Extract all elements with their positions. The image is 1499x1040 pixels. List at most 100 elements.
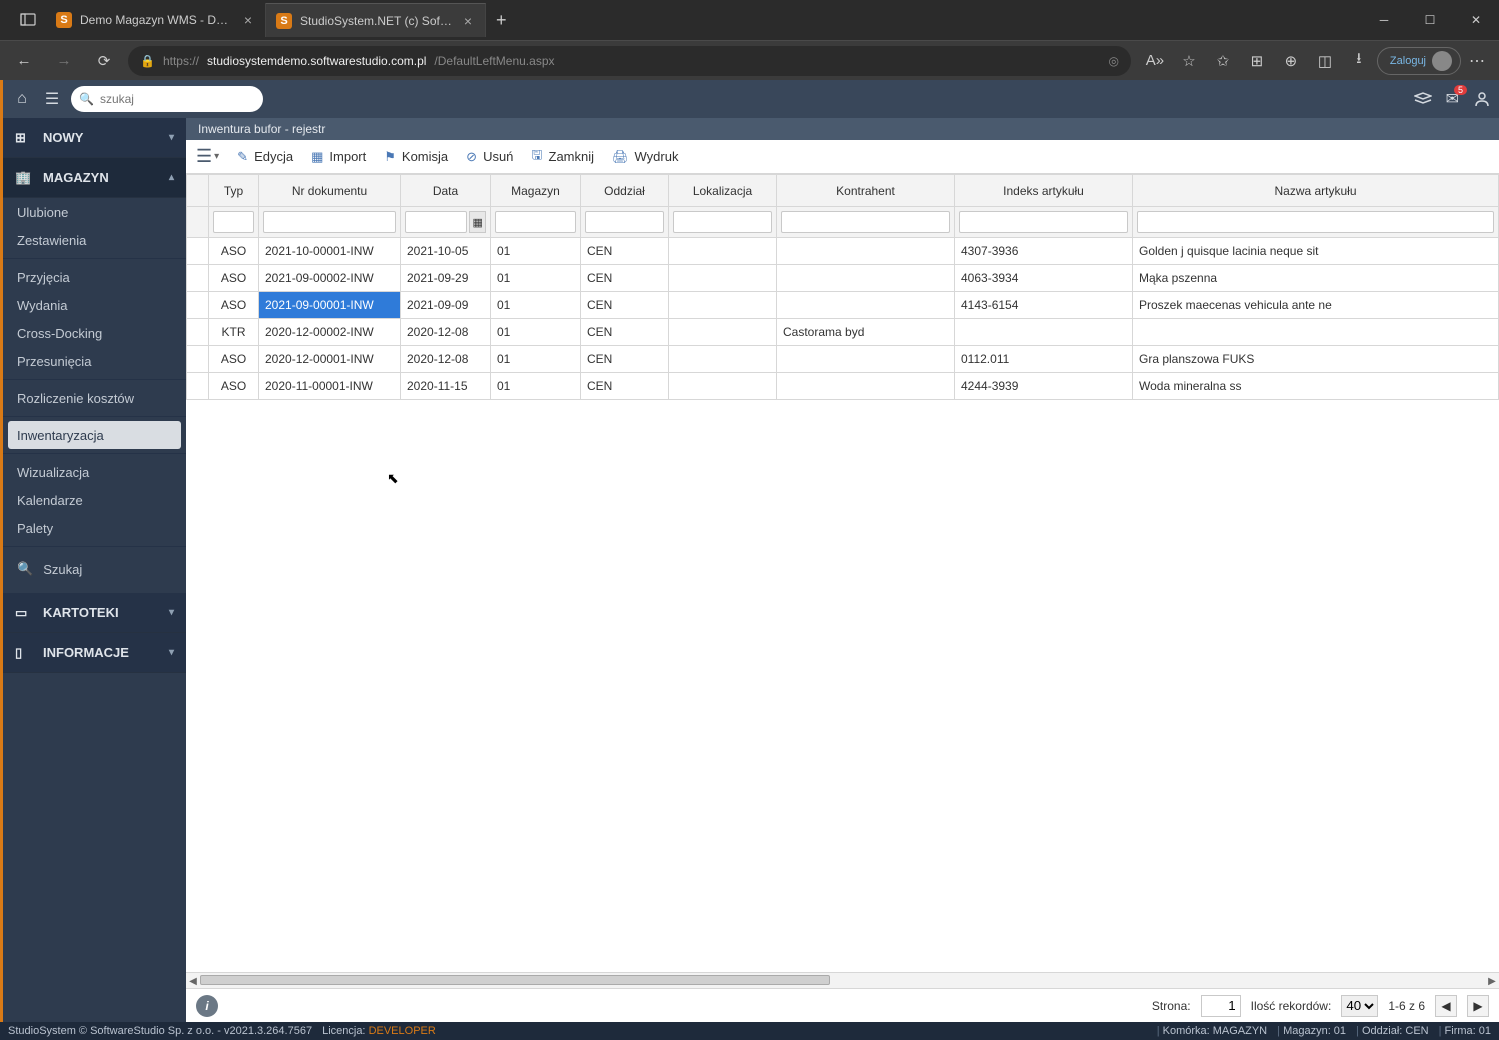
scroll-left[interactable]: ◀ bbox=[186, 973, 200, 989]
sidebar-kartoteki[interactable]: ▭ KARTOTEKI ▾ bbox=[3, 593, 186, 633]
sidebar-nowy[interactable]: ⊞ NOWY ▾ bbox=[3, 118, 186, 158]
cell[interactable] bbox=[777, 238, 955, 265]
layers-icon[interactable] bbox=[1414, 92, 1432, 106]
filter-nazwa[interactable] bbox=[1137, 211, 1494, 233]
btn-wydruk[interactable]: 🖨Wydruk bbox=[612, 149, 678, 165]
col-magazyn[interactable]: Magazyn bbox=[491, 175, 581, 207]
col-lokalizacja[interactable]: Lokalizacja bbox=[669, 175, 777, 207]
cell[interactable]: Mąka pszenna bbox=[1133, 265, 1499, 292]
sidebar-item-zestawienia[interactable]: Zestawienia bbox=[3, 226, 186, 254]
sidebar-item-wizualizacja[interactable]: Wizualizacja bbox=[3, 458, 186, 486]
browser-tab-0[interactable]: S Demo Magazyn WMS - Demo o… × bbox=[46, 3, 266, 37]
cell[interactable]: Proszek maecenas vehicula ante ne bbox=[1133, 292, 1499, 319]
cell[interactable]: 01 bbox=[491, 346, 581, 373]
cell[interactable]: 2021-10-05 bbox=[401, 238, 491, 265]
search-input[interactable] bbox=[100, 92, 255, 106]
sidebar-item-kalendarze[interactable]: Kalendarze bbox=[3, 486, 186, 514]
downloads-icon[interactable]: ⭳ bbox=[1343, 45, 1375, 77]
cell[interactable] bbox=[669, 292, 777, 319]
cell[interactable]: ASO bbox=[209, 292, 259, 319]
cell[interactable]: 01 bbox=[491, 238, 581, 265]
cell[interactable] bbox=[669, 265, 777, 292]
performance-icon[interactable]: ◫ bbox=[1309, 45, 1341, 77]
extensions-icon[interactable]: ⊕ bbox=[1275, 45, 1307, 77]
cell[interactable] bbox=[187, 238, 209, 265]
close-icon[interactable]: × bbox=[461, 13, 475, 29]
cell[interactable]: CEN bbox=[581, 346, 669, 373]
cell[interactable] bbox=[777, 373, 955, 400]
cell[interactable]: 4244-3939 bbox=[955, 373, 1133, 400]
filter-magazyn[interactable] bbox=[495, 211, 576, 233]
address-bar[interactable]: 🔒 https://studiosystemdemo.softwarestudi… bbox=[128, 46, 1131, 76]
table-row[interactable]: ASO2021-09-00001-INW2021-09-0901CEN4143-… bbox=[187, 292, 1499, 319]
btn-import[interactable]: ▦Import bbox=[311, 149, 366, 165]
col-oddzial[interactable]: Oddział bbox=[581, 175, 669, 207]
cell[interactable]: CEN bbox=[581, 292, 669, 319]
btn-usun[interactable]: ⊘Usuń bbox=[466, 149, 513, 165]
filter-nr[interactable] bbox=[263, 211, 396, 233]
cell[interactable] bbox=[669, 238, 777, 265]
scroll-right[interactable]: ▶ bbox=[1485, 973, 1499, 989]
cell[interactable]: 4307-3936 bbox=[955, 238, 1133, 265]
close-icon[interactable]: × bbox=[241, 12, 255, 28]
cell[interactable] bbox=[669, 373, 777, 400]
cell[interactable]: 01 bbox=[491, 373, 581, 400]
cell[interactable]: 2021-09-09 bbox=[401, 292, 491, 319]
toggle-menu-icon[interactable]: ☰ bbox=[41, 89, 63, 109]
sidebar-magazyn[interactable]: 🏢 MAGAZYN ▴ bbox=[3, 158, 186, 198]
cell[interactable] bbox=[187, 373, 209, 400]
favorites-bar-icon[interactable]: ✩ bbox=[1207, 45, 1239, 77]
menu-button[interactable]: ⋯ bbox=[1463, 51, 1491, 71]
table-row[interactable]: KTR2020-12-00002-INW2020-12-0801CENCasto… bbox=[187, 319, 1499, 346]
filter-typ[interactable] bbox=[213, 211, 254, 233]
cell[interactable] bbox=[669, 319, 777, 346]
window-minimize[interactable]: ─ bbox=[1361, 0, 1407, 40]
cell[interactable]: 01 bbox=[491, 319, 581, 346]
window-maximize[interactable]: ☐ bbox=[1407, 0, 1453, 40]
page-input[interactable] bbox=[1201, 995, 1241, 1017]
cell[interactable]: ASO bbox=[209, 346, 259, 373]
filter-lokalizacja[interactable] bbox=[673, 211, 772, 233]
cell[interactable] bbox=[187, 292, 209, 319]
user-icon[interactable] bbox=[1473, 90, 1491, 108]
cell[interactable]: KTR bbox=[209, 319, 259, 346]
sidebar-item-palety[interactable]: Palety bbox=[3, 514, 186, 542]
sidebar-item-inwentaryzacja[interactable]: Inwentaryzacja bbox=[8, 421, 181, 449]
cell[interactable]: Castorama byd bbox=[777, 319, 955, 346]
cell[interactable]: Gra planszowa FUKS bbox=[1133, 346, 1499, 373]
cell[interactable]: 0112.011 bbox=[955, 346, 1133, 373]
sidebar-item-szukaj[interactable]: 🔍 Szukaj bbox=[3, 551, 186, 587]
cell[interactable] bbox=[187, 265, 209, 292]
home-icon[interactable]: ⌂ bbox=[11, 90, 33, 108]
cell[interactable]: CEN bbox=[581, 265, 669, 292]
prev-page[interactable]: ◀ bbox=[1435, 995, 1457, 1017]
sidebar-item-crossdocking[interactable]: Cross-Docking bbox=[3, 319, 186, 347]
cell[interactable] bbox=[777, 265, 955, 292]
cell[interactable]: CEN bbox=[581, 238, 669, 265]
btn-edycja[interactable]: ✎Edycja bbox=[237, 149, 293, 165]
col-typ[interactable]: Typ bbox=[209, 175, 259, 207]
col-data[interactable]: Data bbox=[401, 175, 491, 207]
sidebar-item-ulubione[interactable]: Ulubione bbox=[3, 198, 186, 226]
cell[interactable]: 01 bbox=[491, 292, 581, 319]
sidebar-item-rozliczenie[interactable]: Rozliczenie kosztów bbox=[3, 384, 186, 412]
cell[interactable]: 2021-09-00002-INW bbox=[259, 265, 401, 292]
scroll-thumb[interactable] bbox=[200, 975, 830, 985]
col-kontrahent[interactable]: Kontrahent bbox=[777, 175, 955, 207]
calendar-icon[interactable]: ▦ bbox=[469, 211, 486, 233]
table-row[interactable]: ASO2021-10-00001-INW2021-10-0501CEN4307-… bbox=[187, 238, 1499, 265]
cell[interactable]: ASO bbox=[209, 238, 259, 265]
tracking-icon[interactable]: ◎ bbox=[1108, 54, 1118, 68]
browser-tab-1[interactable]: S StudioSystem.NET (c) SoftwareSt… × bbox=[266, 3, 486, 37]
global-search[interactable]: 🔍 bbox=[71, 86, 263, 112]
filter-indeks[interactable] bbox=[959, 211, 1128, 233]
collections-icon[interactable]: ⊞ bbox=[1241, 45, 1273, 77]
filter-oddzial[interactable] bbox=[585, 211, 664, 233]
cell[interactable]: 2020-12-00002-INW bbox=[259, 319, 401, 346]
cell[interactable]: CEN bbox=[581, 373, 669, 400]
table-row[interactable]: ASO2020-12-00001-INW2020-12-0801CEN0112.… bbox=[187, 346, 1499, 373]
cell[interactable]: 2021-09-00001-INW bbox=[259, 292, 401, 319]
filter-data[interactable] bbox=[405, 211, 467, 233]
cell[interactable]: 01 bbox=[491, 265, 581, 292]
cell[interactable]: ASO bbox=[209, 373, 259, 400]
